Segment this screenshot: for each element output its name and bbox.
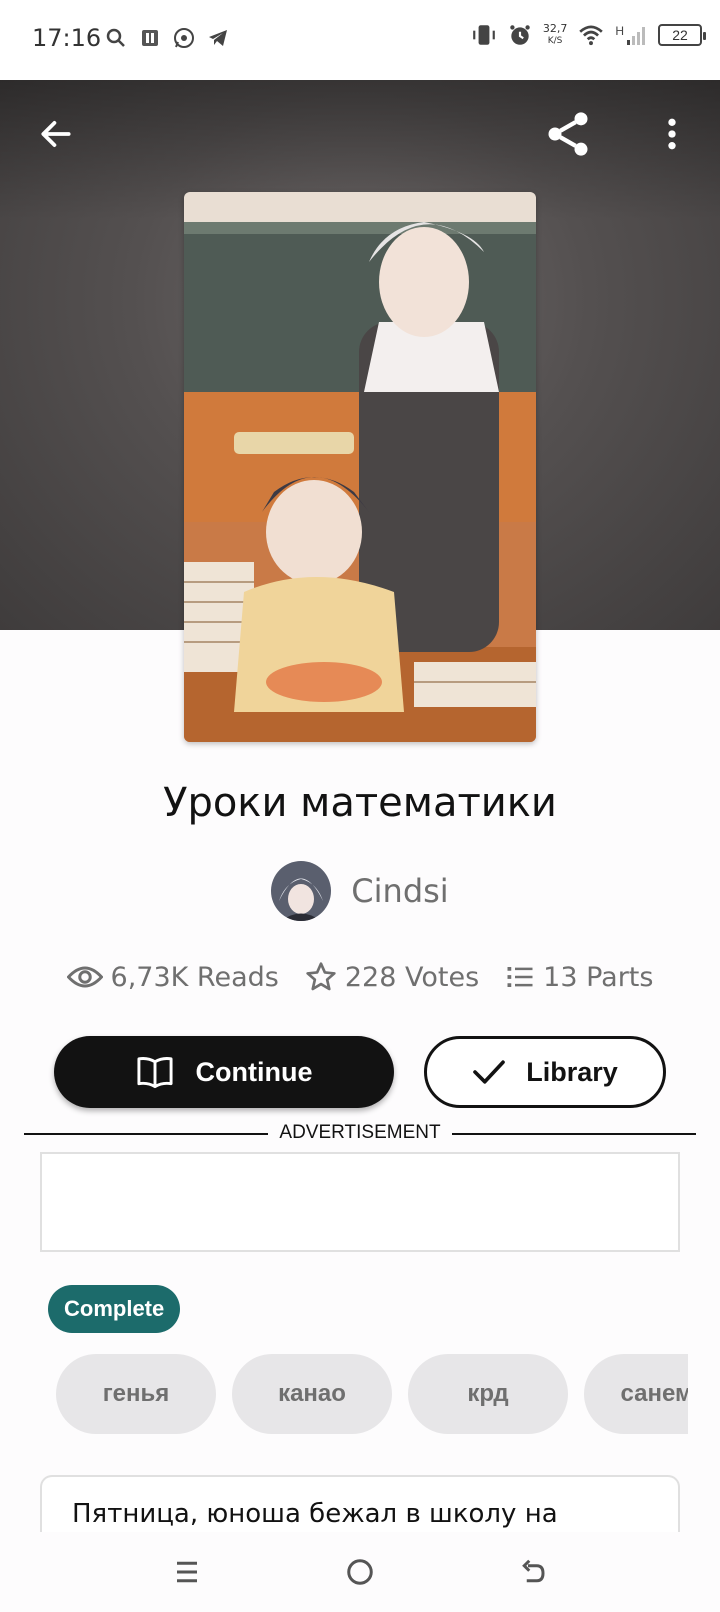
- tag-list[interactable]: генья канао крд санеми: [56, 1354, 688, 1434]
- system-navigation-bar: [0, 1532, 720, 1612]
- system-icons: 32,7 K/S H 22: [471, 22, 706, 48]
- open-book-icon: [136, 1057, 173, 1089]
- whatsapp-icon: [174, 28, 194, 48]
- share-icon: [548, 112, 588, 156]
- app-notification-icon: [142, 30, 158, 46]
- cover-illustration: [184, 192, 536, 742]
- net-speed: 32,7 K/S: [543, 23, 568, 47]
- advertisement-label: ADVERTISEMENT: [279, 1122, 441, 1143]
- vibrate-icon: [472, 25, 495, 45]
- system-back-button[interactable]: [513, 1552, 553, 1592]
- library-label: Library: [526, 1056, 618, 1087]
- cellular-signal: H: [615, 24, 648, 46]
- network-type: H: [615, 24, 624, 38]
- search-icon: [106, 28, 125, 47]
- net-speed-value: 32,7: [542, 22, 568, 35]
- story-title: Уроки математики: [163, 780, 557, 826]
- parts-stat[interactable]: 13 Parts: [505, 962, 653, 993]
- tag-chip[interactable]: крд: [408, 1354, 568, 1434]
- author-row[interactable]: Cindsi: [0, 860, 720, 922]
- tag-chip[interactable]: генья: [56, 1354, 216, 1434]
- author-avatar[interactable]: [271, 861, 332, 921]
- menu-icon: [176, 1561, 197, 1583]
- notification-icons: [104, 26, 230, 50]
- battery-level: 22: [672, 27, 688, 43]
- status-time: 17:16: [32, 24, 102, 52]
- recent-apps-button[interactable]: [167, 1552, 207, 1592]
- continue-reading-button[interactable]: Continue: [54, 1036, 394, 1108]
- tag-chip[interactable]: канао: [232, 1354, 392, 1434]
- tag-chip[interactable]: санеми: [584, 1354, 688, 1434]
- back-button[interactable]: [26, 104, 86, 164]
- home-button[interactable]: [340, 1552, 380, 1592]
- more-vertical-icon: [668, 118, 676, 150]
- battery-indicator: 22: [658, 24, 706, 46]
- arrow-left-icon: [41, 121, 71, 147]
- list-icon: [507, 967, 533, 987]
- parts-count: 13 Parts: [543, 961, 654, 993]
- story-stats: 6,73K Reads 228 Votes 13 Parts: [0, 955, 720, 999]
- check-icon: [473, 1060, 506, 1084]
- avatar-image: [271, 861, 332, 921]
- reads-count: 6,73K Reads: [110, 961, 279, 993]
- more-options-button[interactable]: [642, 104, 702, 164]
- votes-count: 228 Votes: [344, 961, 480, 993]
- reads-stat: 6,73K Reads: [66, 961, 279, 993]
- wifi-icon: [579, 25, 604, 46]
- home-circle-icon: [347, 1559, 373, 1585]
- eye-icon: [66, 966, 103, 988]
- library-button[interactable]: Library: [424, 1036, 666, 1108]
- status-badge: Complete: [48, 1285, 181, 1333]
- continue-label: Continue: [195, 1056, 313, 1087]
- net-speed-unit: K/S: [547, 36, 563, 46]
- back-arrow-icon: [522, 1559, 545, 1583]
- star-icon: [306, 962, 336, 991]
- author-name[interactable]: Cindsi: [351, 872, 448, 910]
- share-button[interactable]: [538, 104, 598, 164]
- telegram-icon: [209, 30, 227, 46]
- signal-icon: [627, 27, 645, 45]
- alarm-icon: [510, 25, 530, 45]
- advertisement-slot[interactable]: [40, 1152, 680, 1252]
- votes-stat: 228 Votes: [305, 961, 479, 993]
- book-cover[interactable]: [184, 192, 536, 742]
- status-bar: 17:16 32,7 K/S H 22: [0, 0, 720, 80]
